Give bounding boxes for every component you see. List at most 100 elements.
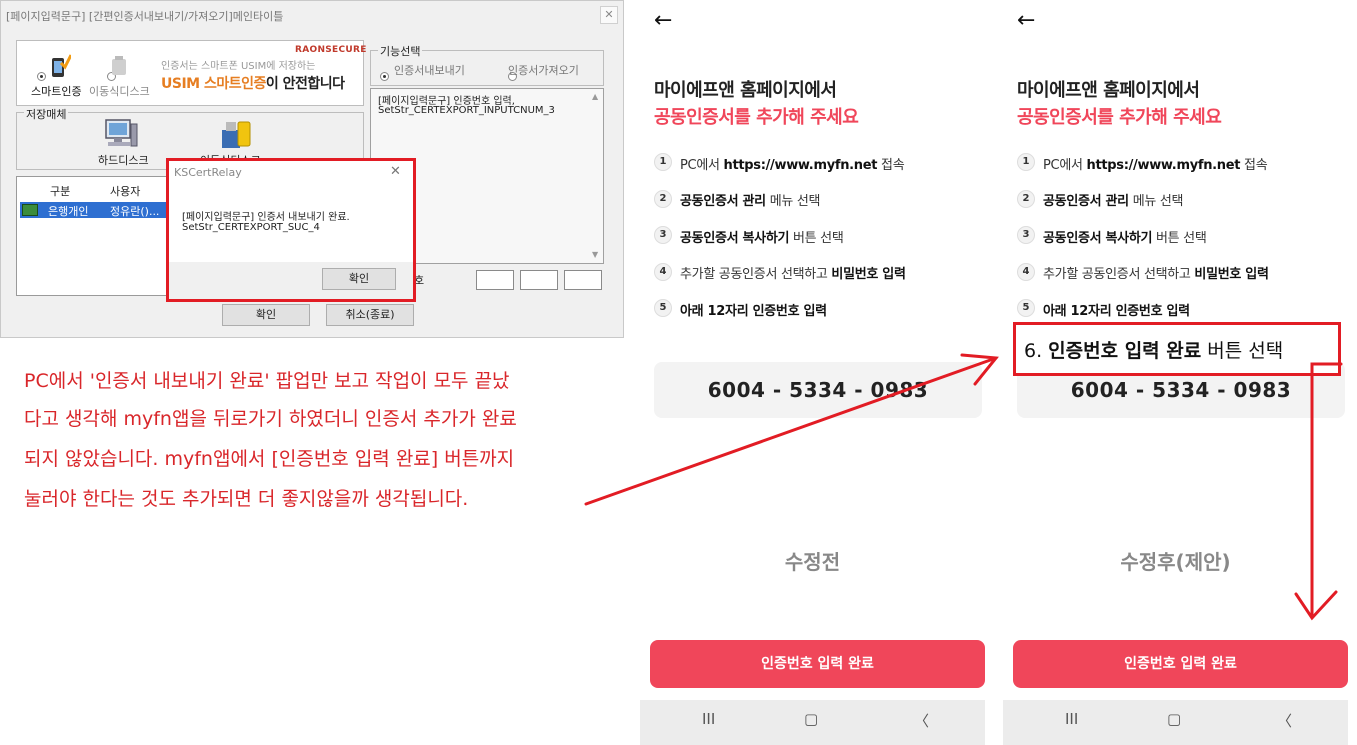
recent-apps-icon[interactable]: III <box>1065 710 1078 728</box>
phone-title: 마이에프앤 홈페이지에서 <box>654 80 837 101</box>
annotation-line: 눌러야 한다는 것도 추가되면 더 좋지않을까 생각됩니다. <box>24 488 469 510</box>
annotation-line: PC에서 '인증서 내보내기 완료' 팝업만 보고 작업이 모두 끝났 <box>24 370 510 392</box>
step-text-plain: 추가할 공동인증서 선택하고 <box>1043 267 1195 282</box>
submit-code-button[interactable]: 인증번호 입력 완료 <box>650 640 985 688</box>
step-text-bold: 공동인증서 복사하기 <box>680 231 790 246</box>
step-text-plain: 버튼 선택 <box>1152 231 1207 246</box>
back-arrow-icon[interactable]: ← <box>654 8 672 33</box>
step-text-bold: 비밀번호 입력 <box>1194 267 1269 282</box>
banner-headline-highlight: USIM 스마트인증 <box>161 76 266 92</box>
storage-option-banner: 스마트인증 이동식디스크 RAONSECURE 인증서는 스마트폰 USIM에 … <box>16 40 367 106</box>
popup-message: [페이지입력문구] 인증서 내보내기 완료. <box>182 212 350 223</box>
submit-code-button[interactable]: 인증번호 입력 완료 <box>1013 640 1348 688</box>
column-header-type[interactable]: 구분 <box>50 183 70 199</box>
step-text: 추가할 공동인증서 선택하고 비밀번호 입력 <box>680 263 906 282</box>
phone-subtitle: 공동인증서를 추가해 주세요 <box>654 107 859 128</box>
cert-list[interactable] <box>16 176 170 296</box>
step-text-bold: 공동인증서 관리 <box>1043 194 1129 209</box>
caption-before: 수정전 <box>784 550 841 574</box>
step-text: 추가할 공동인증서 선택하고 비밀번호 입력 <box>1043 263 1269 282</box>
ok-button[interactable]: 확인 <box>222 304 310 326</box>
phone-before: ← 마이에프앤 홈페이지에서 공동인증서를 추가해 주세요 1 PC에서 htt… <box>640 0 985 745</box>
pin-input-3[interactable] <box>564 270 602 290</box>
popup-message: SetStr_CERTEXPORT_SUC_4 <box>182 222 320 233</box>
scroll-down-icon[interactable]: ▼ <box>592 250 598 259</box>
step-number: 3 <box>1017 226 1035 244</box>
recent-apps-icon[interactable]: III <box>702 710 715 728</box>
step-text-plain: 접속 <box>877 158 905 173</box>
step-text: 아래 12자리 인증번호 입력 <box>680 300 827 319</box>
step-text-plain: 메뉴 선택 <box>765 194 821 209</box>
column-header-user[interactable]: 사용자 <box>110 183 140 199</box>
proposed-step-text: 6. 인증번호 입력 완료 버튼 선택 <box>1024 336 1283 363</box>
callout-number: 6. <box>1024 340 1049 362</box>
step-number: 5 <box>654 299 672 317</box>
step-text-bold: 공동인증서 관리 <box>680 194 766 209</box>
auth-code: 6004 - 5334 - 0983 <box>1070 378 1292 402</box>
usb-drive-icon[interactable] <box>220 118 252 150</box>
step-text: PC에서 https://www.myfn.net 접속 <box>680 154 905 173</box>
pin-input-2[interactable] <box>520 270 558 290</box>
step-number: 1 <box>654 153 672 171</box>
banner-headline: USIM 스마트인증이 안전합니다 <box>161 73 345 93</box>
callout-rest: 버튼 선택 <box>1201 340 1284 362</box>
smart-auth-radio[interactable] <box>37 72 46 81</box>
step-number: 4 <box>654 263 672 281</box>
import-label: 인증서가져오기 <box>508 64 579 77</box>
annotation-line: 되지 않았습니다. myfn앱에서 [인증번호 입력 완료] 버튼까지 <box>24 448 515 470</box>
step-text: 공동인증서 복사하기 버튼 선택 <box>680 227 844 246</box>
step-number: 2 <box>1017 190 1035 208</box>
export-label: 인증서내보내기 <box>394 64 465 77</box>
step-number: 3 <box>654 226 672 244</box>
phone-subtitle: 공동인증서를 추가해 주세요 <box>1017 107 1222 128</box>
step-number: 1 <box>1017 153 1035 171</box>
hard-disk-label: 하드디스크 <box>98 154 149 167</box>
auth-code: 6004 - 5334 - 0983 <box>707 378 929 402</box>
pin-input-1[interactable] <box>476 270 514 290</box>
banner-headline-rest: 이 안전합니다 <box>265 76 345 92</box>
step-text: 공동인증서 관리 메뉴 선택 <box>680 190 820 209</box>
export-radio[interactable] <box>380 72 389 81</box>
dialog-title: [페이지입력문구] [간편인증서내보내기/가져오기]메인타이틀 <box>6 10 284 23</box>
step-text-bold: https://www.myfn.net <box>723 158 878 173</box>
banner-subtext: 인증서는 스마트폰 USIM에 저장하는 <box>161 61 316 72</box>
popup-close-icon[interactable]: ✕ <box>390 164 401 179</box>
storage-media-label: 저장매체 <box>24 106 69 122</box>
cert-type-cell: 은행개인 <box>48 205 89 218</box>
dialog-close-button[interactable]: ✕ <box>600 6 618 24</box>
removable-disk-icon <box>112 56 126 75</box>
step-number: 2 <box>654 190 672 208</box>
certificate-icon <box>22 204 38 216</box>
cert-user-cell: 정유란()... <box>110 205 160 218</box>
hard-disk-icon[interactable] <box>104 118 138 150</box>
step-text-bold: 공동인증서 복사하기 <box>1043 231 1153 246</box>
step-number: 4 <box>1017 263 1035 281</box>
step-text-bold: 아래 12자리 인증번호 입력 <box>680 304 827 319</box>
removable-disk-label: 이동식디스크 <box>89 85 150 98</box>
popup-ok-button[interactable]: 확인 <box>322 268 396 290</box>
caption-after: 수정후(제안) <box>1120 550 1231 574</box>
annotation-line: 다고 생각해 myfn앱을 뒤로가기 하였더니 인증서 추가가 완료 <box>24 408 517 430</box>
step-text-plain: 추가할 공동인증서 선택하고 <box>680 267 832 282</box>
home-icon[interactable]: ▢ <box>1167 710 1181 728</box>
cancel-button[interactable]: 취소(종료) <box>326 304 414 326</box>
raonsecure-logo: RAONSECURE <box>295 45 367 55</box>
step-text: 공동인증서 복사하기 버튼 선택 <box>1043 227 1207 246</box>
step-text-plain: 접속 <box>1240 158 1268 173</box>
step-text-plain: 버튼 선택 <box>789 231 844 246</box>
step-text-bold: 아래 12자리 인증번호 입력 <box>1043 304 1190 319</box>
nav-back-icon[interactable]: 〈 <box>914 710 929 731</box>
step-text: 아래 12자리 인증번호 입력 <box>1043 300 1190 319</box>
step-text: 공동인증서 관리 메뉴 선택 <box>1043 190 1183 209</box>
back-arrow-icon[interactable]: ← <box>1017 8 1035 33</box>
scroll-up-icon[interactable]: ▲ <box>592 92 598 101</box>
nav-back-icon[interactable]: 〈 <box>1277 710 1292 731</box>
smart-auth-label: 스마트인증 <box>31 85 82 98</box>
home-icon[interactable]: ▢ <box>804 710 818 728</box>
step-text-plain: PC에서 <box>1043 158 1087 173</box>
popup-title: KSCertRelay <box>174 166 242 179</box>
step-number: 5 <box>1017 299 1035 317</box>
message-line: SetStr_CERTEXPORT_INPUTCNUM_3 <box>378 105 555 116</box>
phone-title: 마이에프앤 홈페이지에서 <box>1017 80 1200 101</box>
function-select-label: 기능선택 <box>378 43 423 59</box>
